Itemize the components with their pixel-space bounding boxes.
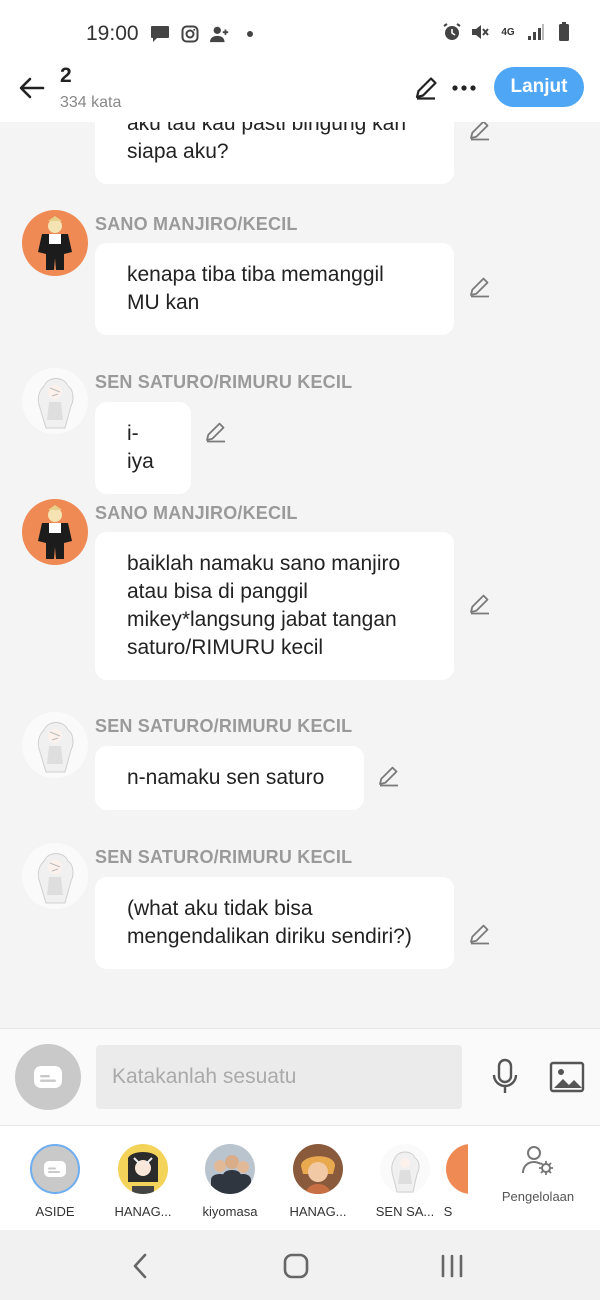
nav-back-button[interactable] bbox=[120, 1250, 160, 1282]
character-aside[interactable]: ASIDE bbox=[15, 1144, 95, 1219]
editor-header: 2 334 kata Lanjut bbox=[0, 60, 600, 122]
network-4g-icon: 4G bbox=[501, 26, 515, 38]
character-bar: ASIDE HANAG... kiyomasa HANAG... SEN SA.… bbox=[0, 1126, 600, 1230]
edit-message-button[interactable] bbox=[375, 762, 403, 790]
image-icon bbox=[549, 1061, 585, 1093]
edit-message-button[interactable] bbox=[466, 122, 494, 144]
edit-message-button[interactable] bbox=[466, 273, 494, 301]
chat-area[interactable]: aku tau kau pasti bingung kan siapa aku?… bbox=[0, 122, 600, 1028]
message-bubble[interactable]: baiklah namaku sano manjiro atau bisa di… bbox=[95, 532, 454, 680]
speaker-name: SEN SATURO/RIMURU KECIL bbox=[95, 716, 353, 736]
pencil-icon bbox=[206, 422, 225, 443]
character-avatar bbox=[293, 1144, 343, 1194]
edit-message-button[interactable] bbox=[466, 920, 494, 948]
more-options-button[interactable] bbox=[448, 72, 480, 104]
microphone-icon bbox=[492, 1058, 518, 1093]
message-text: kenapa tiba tiba memanggil MU kan bbox=[127, 263, 384, 314]
instagram-icon bbox=[180, 24, 200, 44]
speaker-name: SANO MANJIRO/KECIL bbox=[95, 214, 298, 234]
character-avatar bbox=[118, 1144, 168, 1194]
voice-input-button[interactable] bbox=[488, 1057, 522, 1097]
manage-label: Pengelolaan bbox=[501, 1189, 575, 1204]
word-count: 334 kata bbox=[60, 94, 122, 111]
character-label: kiyomasa bbox=[202, 1204, 258, 1219]
edit-button[interactable] bbox=[410, 72, 442, 104]
character-label: ASIDE bbox=[35, 1204, 75, 1219]
status-icons-left bbox=[150, 24, 260, 44]
alarm-icon bbox=[442, 22, 462, 42]
pencil-icon bbox=[415, 77, 437, 100]
speaker-name: SANO MANJIRO/KECIL bbox=[95, 503, 298, 523]
character-avatar bbox=[446, 1144, 468, 1194]
more-dots-icon bbox=[452, 85, 476, 91]
avatar-sen-saturo[interactable] bbox=[22, 368, 88, 434]
dot-icon bbox=[240, 24, 260, 44]
message-bubble[interactable]: aku tau kau pasti bingung kan siapa aku? bbox=[95, 122, 454, 184]
avatar-sano-manjiro[interactable] bbox=[22, 499, 88, 565]
pencil-icon bbox=[379, 766, 398, 787]
status-time: 19:00 bbox=[86, 22, 139, 45]
message-bubble[interactable]: kenapa tiba tiba memanggil MU kan bbox=[95, 243, 454, 335]
message-text: baiklah namaku sano manjiro atau bisa di… bbox=[127, 552, 401, 659]
aside-toggle-button[interactable] bbox=[15, 1044, 81, 1110]
recents-icon bbox=[441, 1254, 463, 1278]
character-kiyomasa[interactable]: kiyomasa bbox=[190, 1144, 270, 1219]
message-text: i-iya bbox=[127, 422, 154, 473]
person-add-icon bbox=[210, 24, 230, 44]
home-square-icon bbox=[283, 1253, 309, 1279]
manage-characters-button[interactable]: Pengelolaan bbox=[496, 1142, 580, 1204]
status-icons-right: 4G bbox=[442, 22, 574, 42]
insert-image-button[interactable] bbox=[548, 1059, 586, 1095]
character-label: S bbox=[443, 1204, 453, 1219]
signal-icon bbox=[526, 22, 546, 42]
character-avatar bbox=[205, 1144, 255, 1194]
status-bar: 19:00 4G bbox=[0, 0, 600, 64]
message-bubble[interactable]: (what aku tidak bisa mengendalikan dirik… bbox=[95, 877, 454, 969]
character-label: HANAG... bbox=[114, 1204, 172, 1219]
message-bubble[interactable]: n-namaku sen saturo bbox=[95, 746, 364, 810]
character-hanag-2[interactable]: HANAG... bbox=[278, 1144, 358, 1219]
pencil-icon bbox=[470, 594, 489, 615]
message-text: aku tau kau pasti bingung kan siapa aku? bbox=[127, 122, 407, 163]
edit-message-button[interactable] bbox=[202, 418, 230, 446]
pencil-icon bbox=[470, 924, 489, 945]
edit-message-button[interactable] bbox=[466, 590, 494, 618]
system-nav-bar bbox=[0, 1230, 600, 1300]
speaker-name: SEN SATURO/RIMURU KECIL bbox=[95, 372, 353, 392]
nav-home-button[interactable] bbox=[276, 1250, 316, 1282]
character-s[interactable]: S bbox=[428, 1144, 468, 1219]
mute-icon bbox=[470, 22, 490, 42]
message-icon bbox=[150, 24, 170, 44]
chat-bubble-icon bbox=[34, 1066, 62, 1088]
avatar-sano-manjiro[interactable] bbox=[22, 210, 88, 276]
character-hanag-1[interactable]: HANAG... bbox=[103, 1144, 183, 1219]
speaker-name: SEN SATURO/RIMURU KECIL bbox=[95, 847, 353, 867]
avatar-sen-saturo[interactable] bbox=[22, 843, 88, 909]
character-label: HANAG... bbox=[289, 1204, 347, 1219]
nav-recents-button[interactable] bbox=[432, 1250, 472, 1282]
user-settings-icon bbox=[522, 1146, 553, 1175]
pencil-icon bbox=[470, 277, 489, 298]
message-text: (what aku tidak bisa mengendalikan dirik… bbox=[127, 897, 412, 948]
battery-icon bbox=[554, 22, 574, 42]
next-button[interactable]: Lanjut bbox=[494, 67, 584, 107]
aside-avatar bbox=[30, 1144, 80, 1194]
back-button[interactable] bbox=[14, 70, 50, 106]
arrow-left-icon bbox=[19, 77, 45, 99]
message-text: n-namaku sen saturo bbox=[127, 766, 325, 789]
character-avatar bbox=[380, 1144, 430, 1194]
message-bubble[interactable]: i-iya bbox=[95, 402, 191, 494]
chevron-left-icon bbox=[133, 1253, 147, 1279]
pencil-icon bbox=[470, 122, 489, 141]
avatar-sen-saturo[interactable] bbox=[22, 712, 88, 778]
chapter-title: 2 bbox=[60, 64, 72, 87]
chat-bubble-icon bbox=[44, 1161, 66, 1177]
message-input[interactable] bbox=[96, 1045, 462, 1109]
message-composer bbox=[0, 1028, 600, 1126]
